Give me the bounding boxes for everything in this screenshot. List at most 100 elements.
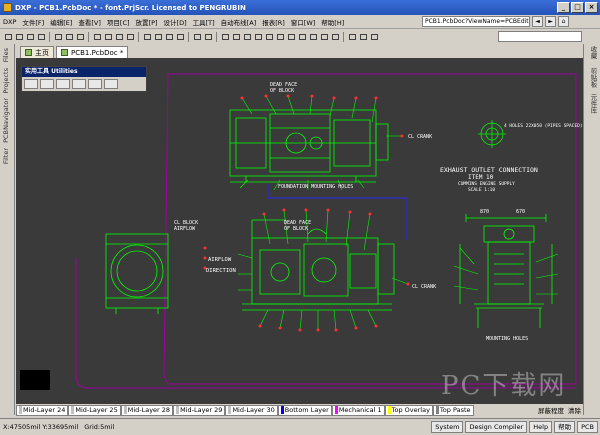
clear-button[interactable]: 清除: [568, 405, 581, 415]
layer-tab-bottom[interactable]: Bottom Layer: [277, 404, 332, 416]
status-help-button[interactable]: Help: [529, 421, 553, 433]
view-combo-box[interactable]: [498, 31, 582, 42]
home-icon[interactable]: ⌂: [558, 16, 569, 27]
layer-icon[interactable]: [358, 32, 368, 42]
panel-tab-projects[interactable]: Projects: [2, 68, 10, 94]
new-document-icon[interactable]: [3, 32, 13, 42]
move-icon[interactable]: [153, 32, 163, 42]
place-arc-icon[interactable]: [231, 32, 241, 42]
zoom-fit-icon[interactable]: [53, 32, 63, 42]
cursor-coordinates: X:47505mil Y:33695mil: [3, 423, 79, 431]
zoom-area-icon[interactable]: [64, 32, 74, 42]
select-area-icon[interactable]: [142, 32, 152, 42]
black-overlay-block: [20, 370, 50, 390]
back-arrow-icon[interactable]: ◄: [532, 16, 543, 27]
place-polygon-icon[interactable]: [253, 32, 263, 42]
place-string-icon[interactable]: [264, 32, 274, 42]
place-coordinate-icon[interactable]: [308, 32, 318, 42]
label-foundation: FOUNDATION MOUNTING HOLES: [278, 184, 353, 190]
layer-tab-mechanical-1[interactable]: Mechanical 1: [331, 404, 385, 416]
place-pad-icon[interactable]: [275, 32, 285, 42]
status-design-compiler-button[interactable]: Design Compiler: [465, 421, 528, 433]
status-system-button[interactable]: System: [431, 421, 464, 433]
panel-tab-libraries[interactable]: 元件库: [588, 94, 598, 114]
window-title: DXP - PCB1.PcbDoc * - font.PrjScr. Licen…: [15, 3, 246, 12]
panel-tab-clipboard[interactable]: 剪贴板: [588, 68, 598, 88]
copy-icon[interactable]: [103, 32, 113, 42]
radiator-front-view: [105, 233, 169, 314]
open-folder-icon[interactable]: [14, 32, 24, 42]
exhaust-callouts: [453, 247, 559, 295]
undo-icon[interactable]: [192, 32, 202, 42]
panel-tab-navigator[interactable]: Navigator: [2, 98, 10, 130]
label-dim-870: 870: [480, 209, 489, 215]
pcb-canvas[interactable]: DEAD FACE OF BLOCK CL CRANK FOUNDATION M…: [16, 58, 583, 404]
layer-tab-mid-25[interactable]: Mid-Layer 25: [68, 404, 121, 416]
utility-find-icon[interactable]: [56, 79, 70, 89]
menu-help[interactable]: 帮助[H]: [318, 17, 347, 27]
utility-grid-icon[interactable]: [104, 79, 118, 89]
flange-detail: [478, 120, 506, 148]
layer-tab-mid-24[interactable]: Mid-Layer 24: [16, 404, 69, 416]
redo-icon[interactable]: [203, 32, 213, 42]
panel-tab-files[interactable]: Files: [2, 48, 10, 62]
layer-tab-mid-30[interactable]: Mid-Layer 30: [225, 404, 278, 416]
menu-dxp[interactable]: DXP: [0, 18, 19, 26]
save-icon[interactable]: [25, 32, 35, 42]
utility-align-icon[interactable]: [40, 79, 54, 89]
close-button[interactable]: ×: [585, 2, 598, 13]
place-component-icon[interactable]: [297, 32, 307, 42]
utility-drawing-tools-icon[interactable]: [24, 79, 38, 89]
layer-color-swatch: [123, 406, 127, 414]
paste-icon[interactable]: [114, 32, 124, 42]
panel-tab-favorites[interactable]: 收藏: [588, 46, 598, 59]
layer-tab-mid-28[interactable]: Mid-Layer 28: [120, 404, 174, 416]
tab-home[interactable]: 主页: [20, 46, 54, 58]
menu-window[interactable]: 窗口[W]: [288, 17, 319, 27]
menu-autoroute[interactable]: 自动布线[A]: [218, 17, 260, 27]
place-dimension-icon[interactable]: [319, 32, 329, 42]
place-room-icon[interactable]: [330, 32, 340, 42]
mask-level-button[interactable]: 屏蔽程度: [538, 405, 564, 415]
label-exhaust-2: ITEM 10: [468, 174, 494, 181]
panel-tab-filter[interactable]: Filter: [2, 148, 10, 164]
menu-view[interactable]: 查看[V]: [75, 17, 104, 27]
rubber-stamp-icon[interactable]: [125, 32, 135, 42]
status-pcb-button[interactable]: PCB: [577, 421, 598, 433]
menu-tools[interactable]: 工具[T]: [190, 17, 218, 27]
zoom-selected-icon[interactable]: [75, 32, 85, 42]
panel-tab-pcb[interactable]: PCB: [2, 130, 10, 143]
watermark-text: PC下载网: [441, 371, 567, 401]
layer-tab-label: Mid-Layer 29: [180, 405, 223, 414]
3d-view-icon[interactable]: [369, 32, 379, 42]
layer-tab-label: Mechanical 1: [338, 405, 382, 414]
document-path-field[interactable]: PCB1.PcbDoc?ViewName=PCBEditor..: [422, 16, 530, 27]
tab-pcb1[interactable]: PCB1.PcbDoc *: [56, 46, 129, 58]
deselect-icon[interactable]: [164, 32, 174, 42]
place-fill-icon[interactable]: [242, 32, 252, 42]
menu-place[interactable]: 放置[P]: [133, 17, 161, 27]
menu-edit[interactable]: 编辑[E]: [47, 17, 75, 27]
cut-icon[interactable]: [92, 32, 102, 42]
utilities-toolbar[interactable]: 实用工具 Utilities: [21, 66, 147, 92]
print-icon[interactable]: [36, 32, 46, 42]
place-via-icon[interactable]: [286, 32, 296, 42]
layer-tab-top-paste[interactable]: Top Paste: [432, 404, 474, 416]
utility-room-icon[interactable]: [88, 79, 102, 89]
grid-icon[interactable]: [347, 32, 357, 42]
menu-design[interactable]: 设计[D]: [161, 17, 190, 27]
label-cl-crank-side: CL CRANK: [412, 284, 436, 290]
utility-dimension-icon[interactable]: [72, 79, 86, 89]
left-panel-strip: Files Projects Navigator PCB Filter: [0, 44, 15, 415]
menu-project[interactable]: 项目[C]: [104, 17, 133, 27]
layer-tab-top-overlay[interactable]: Top Overlay: [384, 404, 433, 416]
maximize-button[interactable]: □: [571, 2, 584, 13]
status-help-cn-button[interactable]: 帮助: [554, 421, 576, 433]
menu-reports[interactable]: 报表[R]: [259, 17, 288, 27]
interactive-route-icon[interactable]: [220, 32, 230, 42]
layer-tab-mid-29[interactable]: Mid-Layer 29: [173, 404, 226, 416]
cross-probe-icon[interactable]: [175, 32, 185, 42]
menu-file[interactable]: 文件[F]: [19, 17, 47, 27]
forward-arrow-icon[interactable]: ►: [545, 16, 556, 27]
minimize-button[interactable]: _: [557, 2, 570, 13]
